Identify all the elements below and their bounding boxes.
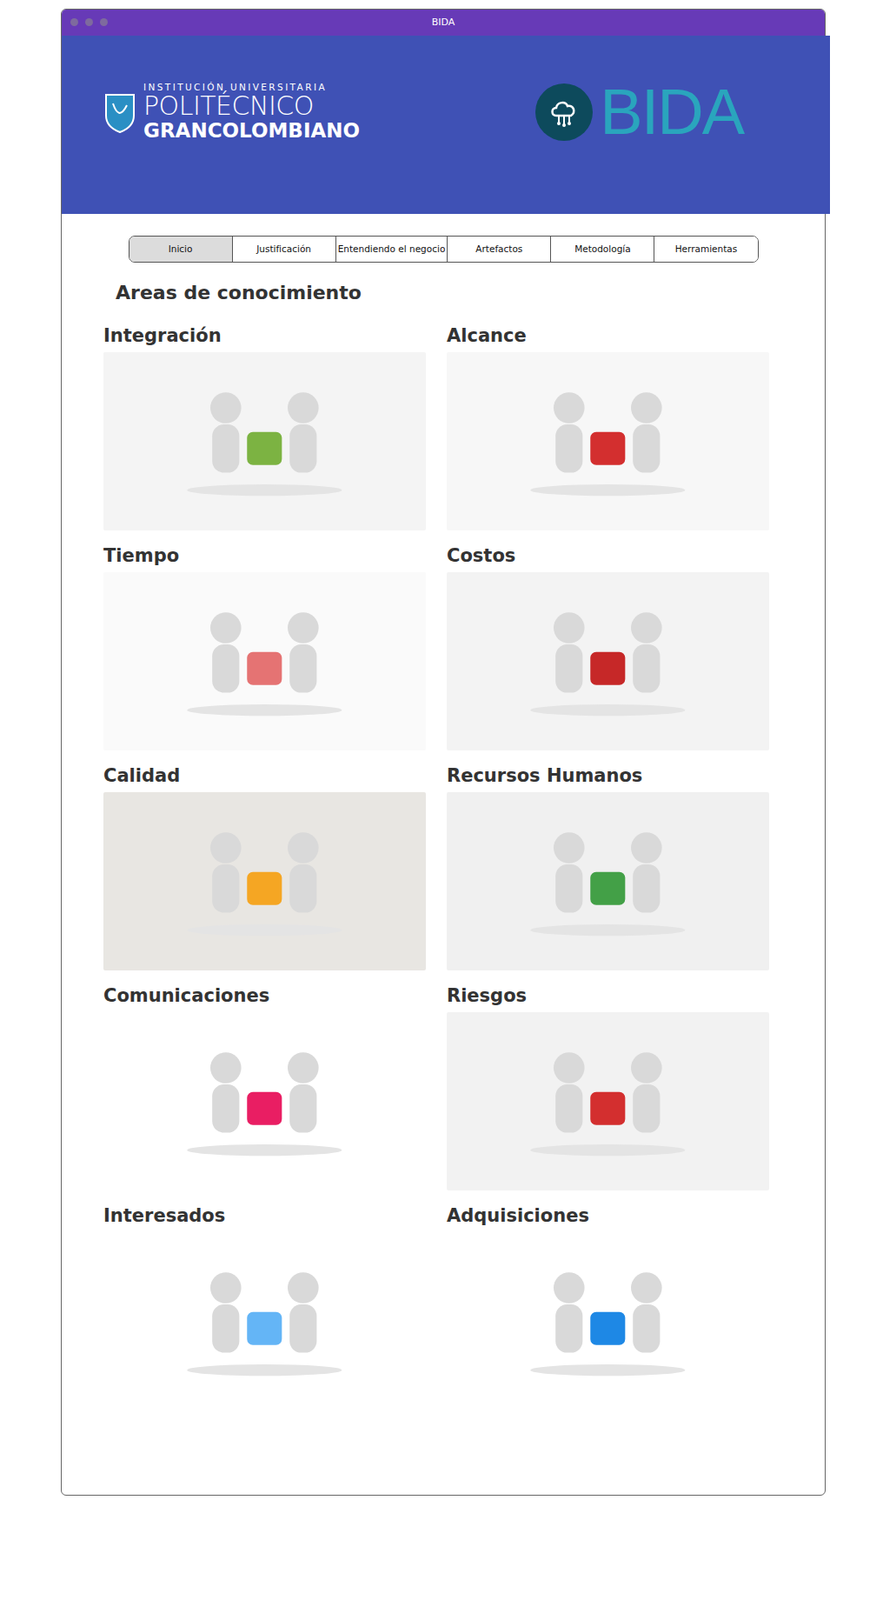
area-card[interactable]: Integración [103, 315, 447, 536]
bida-logo[interactable]: BIDA [535, 79, 744, 145]
area-card[interactable]: Tiempo [103, 535, 447, 756]
area-card[interactable]: Alcance [446, 315, 791, 536]
area-title: Calidad [103, 762, 426, 792]
area-card[interactable]: Riesgos [446, 975, 791, 1196]
area-title: Recursos Humanos [446, 762, 770, 792]
nav-tab[interactable]: Inicio [129, 236, 233, 262]
section-heading: Areas de conocimiento [115, 278, 825, 307]
area-image [446, 1011, 770, 1190]
area-image [103, 351, 426, 531]
area-image [446, 1231, 770, 1410]
nav-tab[interactable]: Metodología [550, 236, 654, 262]
nav-tab[interactable]: Entendiendo el negocio [335, 236, 448, 262]
logo-text: INSTITUCIÓN UNIVERSITARIAPOLITÉCNICOGRAN… [143, 82, 360, 141]
area-image [446, 791, 770, 970]
nav-tabs: InicioJustificaciónEntendiendo el negoci… [128, 235, 759, 263]
areas-grid: Integración Alcance Tiempo Costos Calidad Rec… [61, 306, 825, 1433]
area-title: Riesgos [446, 982, 770, 1012]
nav-tab[interactable]: Artefactos [446, 236, 551, 262]
cloud-icon [535, 83, 593, 141]
area-image [103, 1231, 426, 1410]
window-dot-icon[interactable] [85, 18, 93, 27]
area-title: Costos [446, 542, 770, 572]
window-controls [70, 18, 108, 27]
logo-line: INSTITUCIÓN UNIVERSITARIA [143, 82, 360, 93]
nav-tab[interactable]: Herramientas [653, 236, 757, 262]
window-dot-icon[interactable] [70, 18, 79, 27]
area-card[interactable]: Adquisiciones [446, 1195, 791, 1415]
area-title: Comunicaciones [103, 982, 426, 1012]
area-title: Alcance [446, 322, 770, 352]
logo-line: POLITÉCNICO [143, 92, 360, 120]
institution-logo[interactable]: INSTITUCIÓN UNIVERSITARIAPOLITÉCNICOGRAN… [103, 82, 360, 141]
area-image [103, 1011, 426, 1190]
brand-name: BIDA [599, 79, 744, 145]
area-card[interactable]: Interesados [103, 1195, 447, 1415]
area-card[interactable]: Comunicaciones [103, 975, 447, 1196]
nav-tab[interactable]: Justificación [232, 236, 336, 262]
area-image [103, 571, 426, 751]
area-card[interactable]: Costos [446, 535, 791, 756]
title-bar: BIDA [61, 9, 825, 36]
area-title: Adquisiciones [446, 1201, 770, 1232]
window-dot-icon[interactable] [99, 18, 108, 27]
area-title: Tiempo [103, 542, 426, 572]
area-image [446, 351, 770, 531]
area-card[interactable]: Recursos Humanos [446, 755, 791, 976]
area-image [103, 791, 426, 970]
area-card[interactable]: Calidad [103, 755, 447, 976]
logo-line: GRANCOLOMBIANO [143, 119, 360, 141]
area-image [446, 571, 770, 751]
window-title: BIDA [431, 15, 456, 31]
site-header: INSTITUCIÓN UNIVERSITARIAPOLITÉCNICOGRAN… [61, 35, 830, 214]
area-title: Interesados [103, 1201, 426, 1232]
area-title: Integración [103, 322, 426, 352]
shield-icon [103, 91, 137, 133]
browser-window: BIDA INSTITUCIÓN UNIVERSITARIAPOLITÉCNICO… [60, 8, 826, 1495]
